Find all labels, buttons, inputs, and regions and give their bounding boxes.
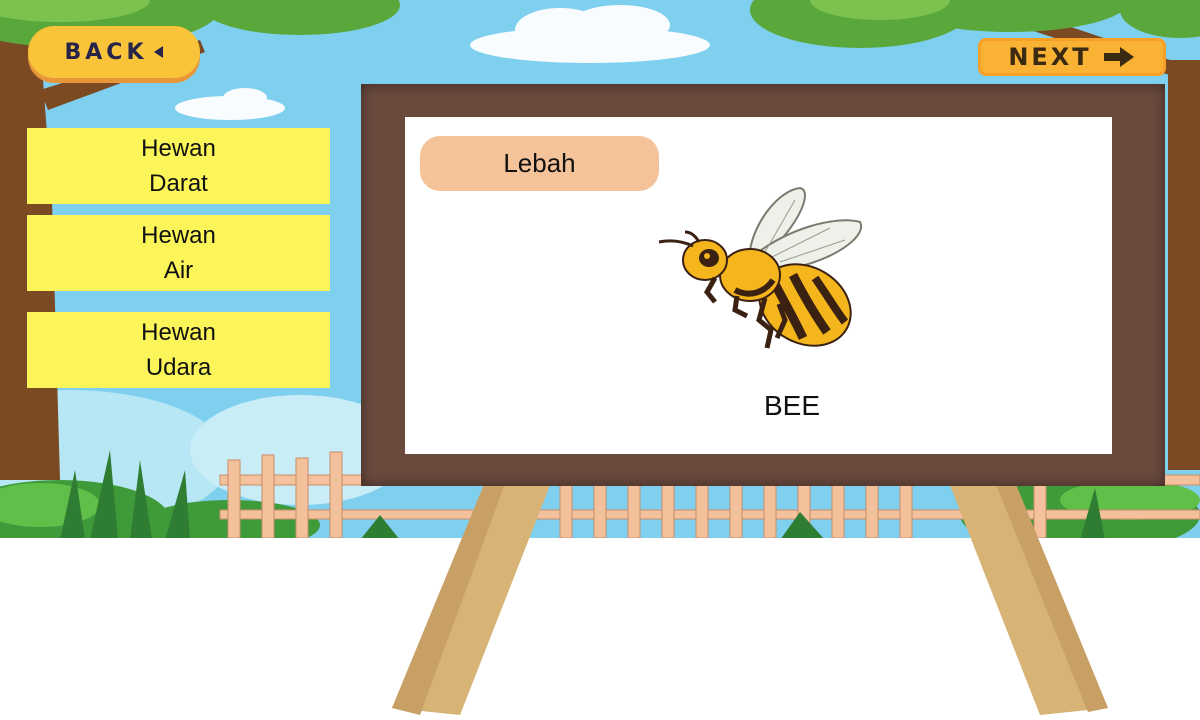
arrow-right-icon [1103,47,1134,67]
category-label-line2: Darat [149,170,208,197]
category-label-line1: Hewan [141,319,216,346]
caret-left-icon [153,46,163,58]
next-button-label: NEXT [1008,43,1092,71]
next-button[interactable]: NEXT [978,38,1166,76]
bee-illustration [658,186,863,349]
category-air-animals-button[interactable]: Hewan Udara [27,312,330,388]
category-label-line2: Udara [145,354,212,381]
category-water-animals-button[interactable]: Hewan Air [27,215,330,291]
category-label-line2: Air [163,257,194,284]
back-button-label: BACK [64,39,148,65]
category-label-line1: Hewan [141,222,216,249]
category-land-animals-button[interactable]: Hewan Darat [27,128,330,204]
animal-english-name: BEE [763,390,821,421]
category-label-line1: Hewan [141,135,216,162]
animal-local-name: Lebah [420,136,659,191]
back-button[interactable]: BACK [28,26,200,78]
